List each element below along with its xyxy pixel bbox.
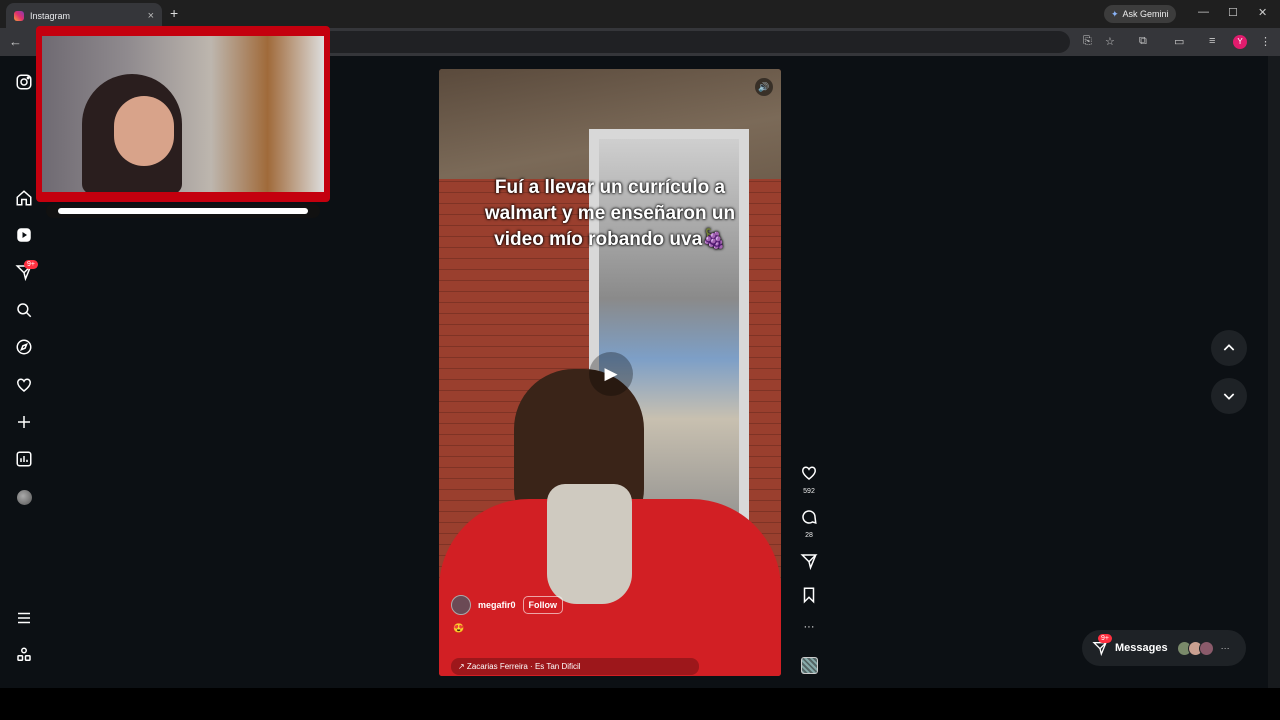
notifications-heart-icon[interactable] — [13, 374, 35, 396]
more-menu-icon[interactable] — [13, 607, 35, 629]
author-username[interactable]: megafir0 — [478, 600, 516, 610]
like-button[interactable]: 592 — [798, 464, 820, 495]
caption-line: Fuí a llevar un currículo a — [494, 177, 726, 198]
media-controls-icon[interactable]: ≡ — [1209, 35, 1215, 47]
also-from-meta-icon[interactable] — [13, 644, 35, 666]
previous-reel-button[interactable] — [1211, 330, 1247, 366]
video-mug — [547, 484, 632, 604]
minimize-icon[interactable]: — — [1198, 6, 1209, 18]
comment-icon — [802, 510, 817, 525]
address-bar[interactable] — [320, 31, 1070, 53]
browser-tab-instagram[interactable]: Instagram × — [6, 3, 162, 28]
follow-button[interactable]: Follow — [522, 596, 564, 614]
caption-line: walmart y me enseñaron un — [484, 203, 736, 224]
browser-menu-icon[interactable]: ⋮ — [1260, 35, 1271, 48]
create-plus-icon[interactable] — [13, 411, 35, 433]
chevron-up-icon — [1223, 344, 1235, 351]
reel-video[interactable]: Fuí a llevar un currículo a walmart y me… — [439, 69, 781, 676]
page-scrollbar[interactable] — [1268, 56, 1280, 688]
messages-badge: 9+ — [1098, 634, 1112, 643]
new-tab-button[interactable]: + — [170, 5, 178, 21]
chevron-down-icon — [1223, 393, 1235, 400]
tab-title: Instagram — [30, 10, 71, 21]
audio-thumbnail[interactable] — [801, 657, 818, 674]
sound-toggle-icon[interactable]: 🔊 — [755, 78, 773, 96]
maximize-icon[interactable]: ☐ — [1228, 6, 1238, 19]
reels-icon[interactable] — [13, 224, 35, 246]
webcam-video — [42, 36, 324, 192]
caption-line: video mío robando uva🍇 — [494, 229, 726, 250]
home-icon[interactable] — [13, 187, 35, 209]
ask-gemini-label: Ask Gemini — [1122, 9, 1169, 19]
like-count: 592 — [803, 488, 815, 495]
extensions-icon[interactable]: ⧉ — [1139, 35, 1147, 48]
play-icon[interactable]: ▶ — [589, 352, 633, 396]
gemini-sparkle-icon: ✦ — [1111, 8, 1119, 19]
author-avatar[interactable] — [451, 595, 471, 615]
browser-tab-bar: Instagram × + ✦ Ask Gemini — ☐ ✕ — [0, 0, 1280, 28]
video-caption: Fuí a llevar un currículo a walmart y me… — [459, 175, 761, 253]
messages-more: ··· — [1220, 643, 1230, 653]
insights-chart-icon[interactable] — [13, 448, 35, 470]
profile-avatar[interactable]: Y — [1233, 35, 1247, 49]
comment-button[interactable]: 28 — [798, 508, 820, 539]
webcam-face — [114, 96, 174, 166]
save-button[interactable] — [798, 586, 820, 609]
app-window: Instagram × + ✦ Ask Gemini — ☐ ✕ ← ⎘ ☆ ⧉… — [0, 0, 1280, 720]
streamer-webcam-overlay — [36, 26, 330, 222]
recent-contacts — [1176, 640, 1214, 656]
more-options-button[interactable]: ··· — [798, 621, 820, 633]
notification-badge: 9+ — [24, 260, 38, 269]
tab-close-icon[interactable]: × — [148, 10, 154, 22]
heart-icon — [802, 466, 816, 480]
comment-count: 28 — [805, 532, 813, 539]
music-attribution[interactable]: ↗ Zacarias Ferreira · Es Tan Dificil — [451, 658, 699, 675]
profile-avatar-nav[interactable] — [17, 490, 32, 505]
reel-author: megafir0 Follow — [451, 595, 564, 615]
explore-compass-icon[interactable] — [13, 336, 35, 358]
instagram-logo-icon[interactable] — [13, 71, 35, 93]
bookmark-star-icon[interactable]: ☆ — [1105, 35, 1115, 48]
window-close-icon[interactable]: ✕ — [1258, 6, 1267, 19]
contact-avatar — [1198, 640, 1214, 656]
webcam-bar — [46, 204, 320, 218]
search-icon[interactable] — [13, 299, 35, 321]
share-button[interactable] — [798, 552, 820, 575]
messages-button[interactable]: 9+ Messages ··· — [1082, 630, 1246, 666]
share-icon — [800, 554, 818, 571]
next-reel-button[interactable] — [1211, 378, 1247, 414]
messages-label: Messages — [1115, 642, 1168, 654]
bottom-bar — [0, 688, 1280, 720]
ask-gemini-button[interactable]: ✦ Ask Gemini — [1104, 5, 1176, 23]
back-arrow-icon[interactable]: ← — [9, 34, 22, 49]
install-app-icon[interactable]: ⎘ — [1083, 35, 1092, 48]
reel-description: 😍 — [453, 623, 465, 633]
bookmark-icon — [803, 587, 815, 604]
split-view-icon[interactable]: ▭ — [1174, 35, 1184, 48]
instagram-favicon-icon — [14, 10, 24, 21]
